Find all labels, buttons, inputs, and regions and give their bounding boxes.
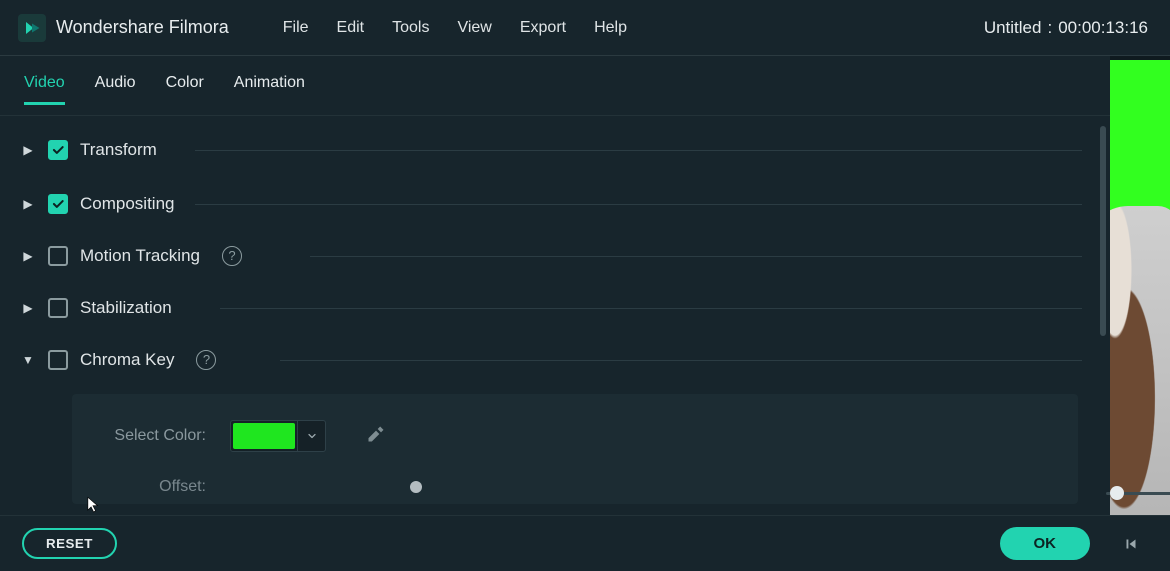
label-compositing: Compositing bbox=[80, 194, 181, 214]
effect-tabs: Video Audio Color Animation bbox=[0, 56, 1110, 116]
preview-scrubber[interactable] bbox=[1106, 485, 1170, 501]
menu-help[interactable]: Help bbox=[594, 19, 627, 37]
bottombar: RESET OK bbox=[0, 515, 1170, 571]
reset-button[interactable]: RESET bbox=[22, 528, 117, 559]
label-motion-tracking: Motion Tracking bbox=[80, 246, 206, 266]
section-transform: ▶ Transform bbox=[20, 124, 1102, 176]
disclosure-right-icon[interactable]: ▶ bbox=[20, 197, 36, 211]
label-chroma-key: Chroma Key bbox=[80, 350, 180, 370]
effects-scroll-area: ▶ Transform ▶ Compositing ▶ M bbox=[0, 116, 1110, 515]
disclosure-right-icon[interactable]: ▶ bbox=[20, 249, 36, 263]
checkbox-motion-tracking[interactable] bbox=[48, 246, 68, 266]
subject-silhouette bbox=[1110, 206, 1170, 515]
chroma-key-panel: Select Color: Offset: bbox=[72, 394, 1078, 504]
disclosure-right-icon[interactable]: ▶ bbox=[20, 143, 36, 157]
offset-slider-thumb[interactable] bbox=[410, 481, 422, 493]
chevron-down-icon[interactable] bbox=[297, 421, 325, 451]
effects-panel: Video Audio Color Animation ▶ Transform … bbox=[0, 56, 1110, 515]
tab-animation[interactable]: Animation bbox=[234, 74, 305, 105]
checkbox-chroma-key[interactable] bbox=[48, 350, 68, 370]
info-icon[interactable]: ? bbox=[196, 350, 216, 370]
info-icon[interactable]: ? bbox=[222, 246, 242, 266]
workspace: Video Audio Color Animation ▶ Transform … bbox=[0, 56, 1170, 515]
title-sep: : bbox=[1047, 18, 1052, 38]
chroma-select-color-row: Select Color: bbox=[96, 420, 1054, 452]
tab-video[interactable]: Video bbox=[24, 74, 65, 105]
menu-items: File Edit Tools View Export Help bbox=[283, 19, 627, 37]
chroma-offset-row: Offset: bbox=[96, 478, 1054, 496]
scrubber-knob[interactable] bbox=[1110, 486, 1124, 500]
checkbox-compositing[interactable] bbox=[48, 194, 68, 214]
color-picker-combo bbox=[230, 420, 326, 452]
section-stabilization: ▶ Stabilization bbox=[20, 282, 1102, 334]
section-compositing: ▶ Compositing bbox=[20, 178, 1102, 230]
filmora-logo-icon bbox=[23, 19, 41, 37]
checkbox-stabilization[interactable] bbox=[48, 298, 68, 318]
label-transform: Transform bbox=[80, 140, 163, 160]
section-motion-tracking: ▶ Motion Tracking ? bbox=[20, 230, 1102, 282]
label-stabilization: Stabilization bbox=[80, 298, 178, 318]
check-icon bbox=[51, 143, 65, 157]
menu-file[interactable]: File bbox=[283, 19, 309, 37]
preview-panel bbox=[1110, 56, 1170, 515]
tab-audio[interactable]: Audio bbox=[95, 74, 136, 105]
app-logo bbox=[18, 14, 46, 42]
check-icon bbox=[51, 197, 65, 211]
menubar: Wondershare Filmora File Edit Tools View… bbox=[0, 0, 1170, 56]
checkbox-transform[interactable] bbox=[48, 140, 68, 160]
step-prev-icon[interactable] bbox=[1120, 534, 1148, 554]
disclosure-right-icon[interactable]: ▶ bbox=[20, 301, 36, 315]
preview-viewport bbox=[1110, 56, 1170, 515]
disclosure-down-icon[interactable]: ▼ bbox=[20, 353, 36, 367]
color-swatch[interactable] bbox=[233, 423, 295, 449]
ok-button[interactable]: OK bbox=[1000, 527, 1091, 560]
menu-edit[interactable]: Edit bbox=[337, 19, 365, 37]
select-color-label: Select Color: bbox=[96, 427, 206, 445]
menu-tools[interactable]: Tools bbox=[392, 19, 429, 37]
project-title-timecode: Untitled : 00:00:13:16 bbox=[984, 18, 1152, 38]
menu-export[interactable]: Export bbox=[520, 19, 566, 37]
menu-view[interactable]: View bbox=[457, 19, 491, 37]
timecode: 00:00:13:16 bbox=[1058, 18, 1148, 38]
app-name: Wondershare Filmora bbox=[56, 17, 229, 38]
eyedropper-icon[interactable] bbox=[366, 424, 386, 449]
section-chroma-key: ▼ Chroma Key ? bbox=[20, 334, 1102, 386]
tab-color[interactable]: Color bbox=[166, 74, 204, 105]
project-name: Untitled bbox=[984, 18, 1042, 38]
offset-label: Offset: bbox=[96, 478, 206, 496]
